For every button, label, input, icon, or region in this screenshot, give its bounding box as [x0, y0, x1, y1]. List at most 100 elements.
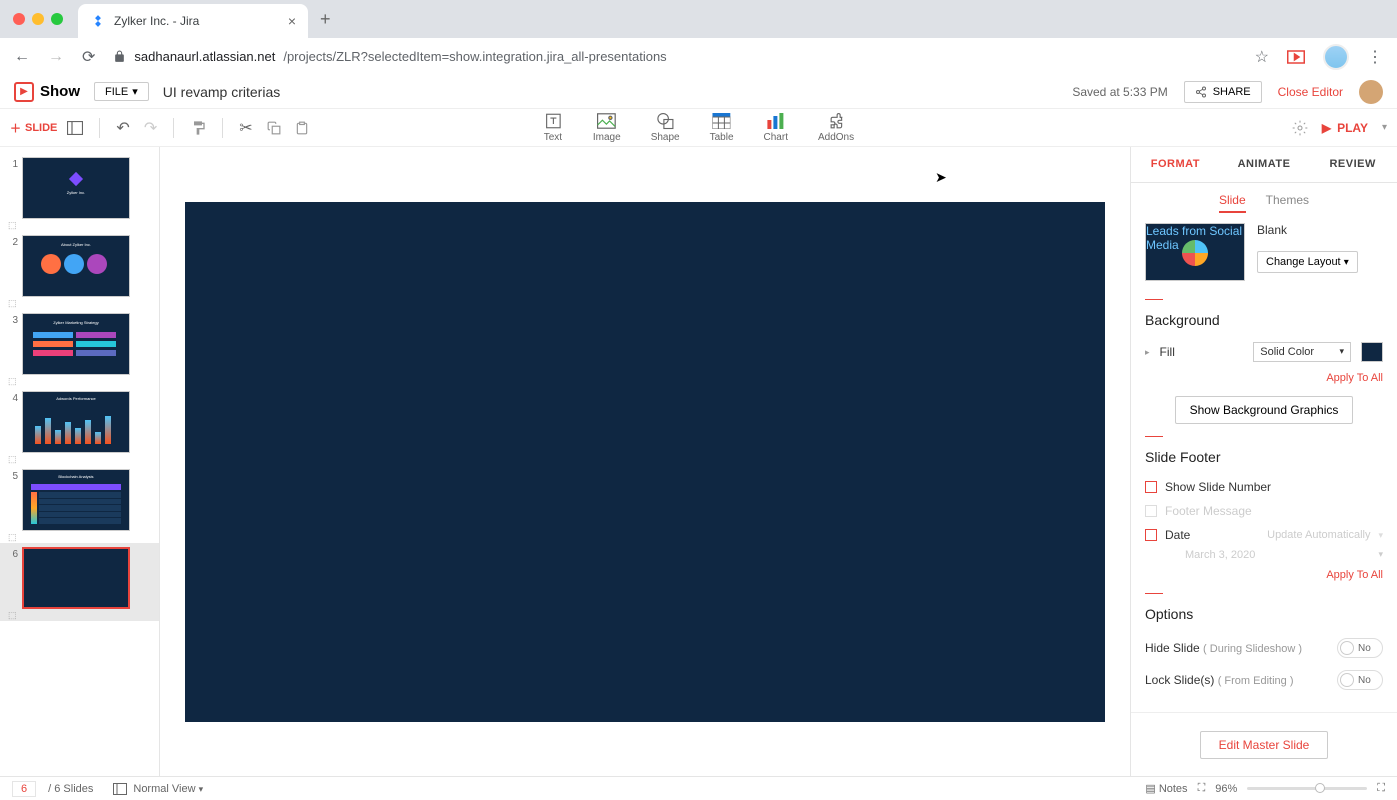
apply-all-footer-link[interactable]: Apply To All — [1131, 563, 1397, 587]
show-bg-graphics-button[interactable]: Show Background Graphics — [1175, 396, 1354, 424]
transition-badge-icon: ⬚ — [8, 454, 17, 465]
tab-close-icon[interactable]: × — [288, 13, 296, 29]
background-title: Background — [1131, 312, 1397, 338]
transition-badge-icon: ⬚ — [8, 376, 17, 387]
tab-format[interactable]: FORMAT — [1131, 147, 1220, 182]
format-painter-icon[interactable] — [186, 116, 210, 140]
show-logo[interactable]: ▶ Show — [14, 82, 80, 102]
table-label: Table — [710, 132, 734, 143]
show-slide-number-checkbox[interactable]: Show Slide Number — [1131, 475, 1397, 499]
slide-thumb-4[interactable]: 4 Adwords Performance ⬚ — [0, 387, 159, 465]
zoom-slider[interactable] — [1247, 787, 1367, 790]
fill-type-select[interactable]: Solid Color▾ — [1253, 342, 1351, 362]
tab-animate[interactable]: ANIMATE — [1220, 147, 1309, 182]
chevron-down-icon: ▾ — [132, 85, 138, 98]
tab-review[interactable]: REVIEW — [1308, 147, 1397, 182]
canvas-area[interactable]: ➤ — [160, 147, 1130, 776]
transition-badge-icon: ⬚ — [8, 220, 17, 231]
footer-message-checkbox[interactable]: Footer Message — [1131, 499, 1397, 523]
slide-thumb-2[interactable]: 2 About Zylker Inc. ⬚ — [0, 231, 159, 309]
show-number-label: Show Slide Number — [1165, 480, 1271, 494]
thumb-num: 2 — [6, 235, 18, 297]
insert-image-button[interactable]: Image — [593, 112, 621, 143]
url-path: /projects/ZLR?selectedItem=show.integrat… — [283, 49, 666, 64]
insert-shape-button[interactable]: Shape — [651, 112, 680, 143]
hide-slide-toggle[interactable]: No — [1337, 638, 1383, 658]
expand-icon[interactable]: ▸ — [1145, 347, 1150, 358]
insert-text-button[interactable]: Text — [543, 112, 563, 143]
slide-thumb-3[interactable]: 3 Zylker Marketing Strategy ⬚ — [0, 309, 159, 387]
addons-button[interactable]: AddOns — [818, 112, 854, 143]
slide-thumb-6[interactable]: 6 ⬚ — [0, 543, 159, 621]
share-button[interactable]: SHARE — [1184, 81, 1262, 103]
address-bar: ← → ⟳ sadhanaurl.atlassian.net/projects/… — [0, 38, 1397, 75]
insert-chart-button[interactable]: Chart — [764, 112, 788, 143]
add-slide-button[interactable]: ＋ SLIDE — [10, 120, 57, 136]
back-icon[interactable]: ← — [14, 48, 30, 66]
layout-grid-icon[interactable] — [63, 117, 87, 139]
slide-panel[interactable]: 1 Zylker Inc. ⬚ 2 About Zylker Inc. ⬚ 3 … — [0, 147, 160, 776]
url-bar[interactable]: sadhanaurl.atlassian.net/projects/ZLR?se… — [113, 49, 1236, 64]
subtab-slide[interactable]: Slide — [1219, 193, 1246, 213]
star-icon[interactable]: ☆ — [1255, 47, 1269, 67]
change-layout-button[interactable]: Change Layout ▾ — [1257, 251, 1358, 273]
file-menu-label: FILE — [105, 86, 128, 98]
view-mode-select[interactable]: Normal View ▾ — [133, 783, 203, 795]
share-label: SHARE — [1213, 86, 1251, 98]
paste-icon[interactable] — [291, 116, 313, 140]
fill-color-swatch[interactable] — [1361, 342, 1383, 362]
notes-label: Notes — [1159, 783, 1188, 795]
share-icon — [1195, 86, 1207, 98]
play-button[interactable]: ▶ PLAY — [1322, 121, 1368, 135]
zoom-slider-thumb[interactable] — [1315, 783, 1325, 793]
thumb-num: 5 — [6, 469, 18, 531]
reload-icon[interactable]: ⟳ — [82, 47, 95, 67]
play-dropdown-icon[interactable]: ▾ — [1382, 122, 1387, 133]
menu-icon[interactable]: ⋮ — [1367, 47, 1383, 67]
close-editor-link[interactable]: Close Editor — [1278, 85, 1343, 99]
subtab-themes[interactable]: Themes — [1266, 193, 1309, 213]
insert-table-button[interactable]: Table — [710, 112, 734, 143]
profile-avatar-icon[interactable] — [1323, 44, 1349, 70]
text-label: Text — [544, 132, 562, 143]
slide-thumb-5[interactable]: 5 Blockchain Analysis ⬚ — [0, 465, 159, 543]
user-avatar-icon[interactable] — [1359, 80, 1383, 104]
file-menu-button[interactable]: FILE ▾ — [94, 82, 149, 101]
lock-slide-toggle[interactable]: No — [1337, 670, 1383, 690]
address-bar-actions: ☆ ⋮ — [1255, 44, 1383, 70]
close-window-icon[interactable] — [13, 13, 25, 25]
doc-title[interactable]: UI revamp criterias — [163, 84, 280, 100]
date-value: March 3, 2020 — [1185, 549, 1255, 561]
thumb-preview: Adwords Performance — [22, 391, 130, 453]
gear-icon[interactable] — [1292, 120, 1308, 136]
view-mode-icon[interactable] — [113, 783, 127, 795]
date-checkbox[interactable]: Date Update Automatically ▾ — [1131, 523, 1397, 547]
thumb-preview: Zylker Inc. — [22, 157, 130, 219]
thumb-preview: Zylker Marketing Strategy — [22, 313, 130, 375]
notes-button[interactable]: ▤ Notes — [1145, 782, 1187, 795]
slide-thumb-1[interactable]: 1 Zylker Inc. ⬚ — [0, 153, 159, 231]
fit-icon[interactable]: ⛶ — [1198, 782, 1206, 795]
edit-master-button[interactable]: Edit Master Slide — [1200, 731, 1329, 759]
notes-icon: ▤ — [1145, 783, 1155, 795]
hide-hint: ( During Slideshow ) — [1203, 643, 1302, 655]
date-value-select: March 3, 2020 ▾ — [1171, 547, 1397, 563]
lock-icon — [113, 50, 126, 63]
current-slide-num[interactable]: 6 — [12, 781, 36, 797]
present-icon[interactable] — [1287, 50, 1305, 64]
copy-icon[interactable] — [263, 117, 285, 139]
slide-canvas[interactable] — [185, 202, 1105, 722]
min-window-icon[interactable] — [32, 13, 44, 25]
undo-icon[interactable]: ↶ — [112, 114, 133, 142]
fullscreen-icon[interactable]: ⛶ — [1377, 782, 1385, 795]
new-tab-icon[interactable]: + — [320, 9, 331, 30]
apply-all-bg-link[interactable]: Apply To All — [1131, 366, 1397, 390]
browser-chrome: Zylker Inc. - Jira × + ← → ⟳ sadhanaurl.… — [0, 0, 1397, 75]
cut-icon[interactable]: ✂ — [235, 114, 256, 142]
max-window-icon[interactable] — [51, 13, 63, 25]
browser-tab[interactable]: Zylker Inc. - Jira × — [78, 4, 308, 38]
thumb-preview: About Zylker Inc. — [22, 235, 130, 297]
show-logo-icon: ▶ — [14, 82, 34, 102]
redo-icon[interactable]: ↷ — [140, 114, 161, 142]
footer-msg-label: Footer Message — [1165, 504, 1252, 518]
